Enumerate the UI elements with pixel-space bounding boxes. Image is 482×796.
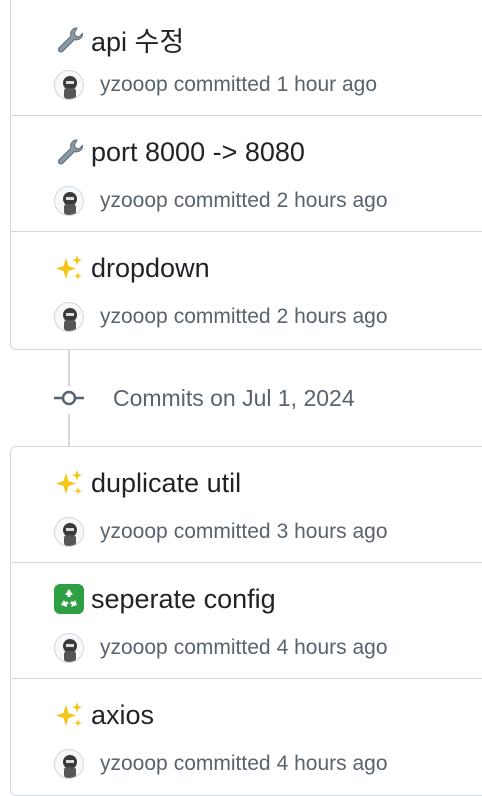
commit-meta: yzooop committed 4 hours ago [54, 749, 388, 779]
committed-label: committed [173, 520, 271, 543]
commit-row[interactable]: api 수정 yzooop committed 1 hour ago [11, 0, 482, 116]
commits-date-heading: Commits on Jul 1, 2024 [54, 383, 355, 413]
committed-label: committed [173, 189, 271, 212]
commit-row[interactable]: seperate config yzooop committed 4 hours… [11, 563, 482, 679]
avatar[interactable] [54, 186, 84, 216]
committed-label: committed [173, 73, 271, 96]
commit-title-link[interactable]: dropdown [53, 252, 210, 284]
author-link[interactable]: yzooop [100, 73, 168, 97]
recycle-icon [53, 583, 85, 615]
commit-title-text: api 수정 [91, 27, 185, 57]
sparkles-icon [53, 467, 85, 499]
wrench-icon [53, 24, 85, 56]
committed-label: committed [173, 752, 271, 775]
commit-title-text: port 8000 -> 8080 [91, 136, 305, 167]
commit-time: 3 hours ago [276, 520, 388, 543]
avatar[interactable] [54, 302, 84, 332]
avatar[interactable] [54, 517, 84, 547]
timeline-line [68, 350, 70, 386]
author-link[interactable]: yzooop [100, 636, 168, 660]
commit-meta: yzooop committed 3 hours ago [54, 517, 388, 547]
commit-title-link[interactable]: duplicate util [53, 467, 241, 499]
commit-time: 4 hours ago [276, 752, 388, 775]
author-link[interactable]: yzooop [100, 305, 168, 329]
sparkles-icon [53, 699, 85, 731]
commit-time: 4 hours ago [276, 636, 388, 659]
avatar[interactable] [54, 633, 84, 663]
commit-group: api 수정 yzooop committed 1 hour ago port … [10, 0, 482, 350]
commit-title-link[interactable]: api 수정 [53, 20, 184, 59]
commit-title-text: dropdown [91, 252, 210, 283]
commit-title-text: axios [91, 699, 155, 730]
git-commit-icon [54, 390, 84, 406]
commit-title-text: duplicate util [91, 467, 242, 498]
wrench-icon [53, 136, 85, 168]
commit-title-text: seperate config [91, 583, 276, 614]
commit-row[interactable]: dropdown yzooop committed 2 hours ago [11, 232, 482, 348]
commit-meta: yzooop committed 2 hours ago [54, 302, 388, 332]
commit-title-link[interactable]: axios [53, 699, 154, 731]
date-heading-text: Commits on Jul 1, 2024 [113, 384, 355, 411]
avatar[interactable] [54, 749, 84, 779]
committed-label: committed [173, 636, 271, 659]
commit-title-link[interactable]: port 8000 -> 8080 [53, 136, 305, 168]
commit-time: 1 hour ago [276, 73, 377, 96]
commit-title-link[interactable]: seperate config [53, 583, 276, 615]
commit-time: 2 hours ago [276, 189, 388, 212]
committed-label: committed [173, 305, 271, 328]
commit-meta: yzooop committed 2 hours ago [54, 186, 388, 216]
timeline-line [68, 414, 70, 446]
commit-row[interactable]: duplicate util yzooop committed 3 hours … [11, 447, 482, 563]
commit-row[interactable]: axios yzooop committed 4 hours ago [11, 679, 482, 795]
author-link[interactable]: yzooop [100, 520, 168, 544]
commit-meta: yzooop committed 1 hour ago [54, 70, 377, 100]
commit-row[interactable]: port 8000 -> 8080 yzooop committed 2 hou… [11, 116, 482, 232]
commit-time: 2 hours ago [276, 305, 388, 328]
author-link[interactable]: yzooop [100, 189, 168, 213]
avatar[interactable] [54, 70, 84, 100]
author-link[interactable]: yzooop [100, 752, 168, 776]
commit-meta: yzooop committed 4 hours ago [54, 633, 388, 663]
sparkles-icon [53, 252, 85, 284]
commit-group: duplicate util yzooop committed 3 hours … [10, 446, 482, 796]
